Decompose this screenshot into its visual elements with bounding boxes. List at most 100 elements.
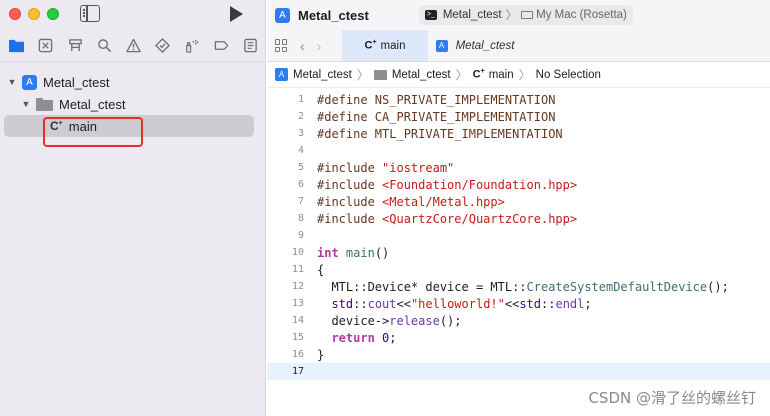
code-token: return: [331, 330, 375, 345]
code-token: #define NS_PRIVATE_IMPLEMENTATION: [317, 92, 556, 107]
minimize-window-button[interactable]: [28, 8, 40, 20]
code-line[interactable]: 11 {: [267, 261, 770, 278]
code-line[interactable]: 6 #include <Foundation/Foundation.hpp>: [267, 176, 770, 193]
code-text: #include "iostream": [317, 161, 454, 175]
editor-area: A Metal_ctest >_ Metal_ctest 〉 My Mac (R…: [267, 0, 770, 416]
line-number: 15: [291, 332, 304, 343]
close-window-button[interactable]: [9, 8, 21, 20]
sidebar-toggle-icon[interactable]: [80, 5, 100, 22]
breadcrumb-group[interactable]: Metal_ctest: [392, 69, 451, 81]
breadcrumb-project[interactable]: Metal_ctest: [293, 69, 352, 81]
mac-device-icon: [521, 11, 534, 19]
run-button[interactable]: [230, 6, 243, 22]
line-number: 16: [291, 349, 304, 360]
code-token: main: [345, 245, 375, 260]
code-token: <Foundation/Foundation.hpp>: [382, 177, 578, 192]
code-line[interactable]: 8 #include <QuartzCore/QuartzCore.hpp>: [267, 210, 770, 227]
code-text: return 0;: [317, 330, 396, 345]
code-token: cout: [367, 296, 397, 311]
find-navigator-search-icon[interactable]: [90, 32, 119, 60]
disclosure-chevron-down-icon[interactable]: ▼: [6, 76, 18, 88]
code-token: #include: [317, 177, 383, 192]
line-number: 4: [297, 145, 304, 156]
xcode-project-icon: A: [435, 39, 448, 52]
test-navigator-diamond-icon[interactable]: [148, 32, 177, 60]
line-number: 3: [297, 128, 304, 139]
code-token: (): [374, 245, 390, 260]
code-line[interactable]: 16}: [267, 346, 770, 363]
code-line[interactable]: 7 #include <Metal/Metal.hpp>: [267, 193, 770, 210]
tree-item-label: Metal_ctest: [59, 96, 126, 112]
breakpoint-navigator-icon[interactable]: [207, 32, 236, 60]
code-text: #include <Foundation/Foundation.hpp>: [317, 178, 577, 192]
code-token: ::: [541, 296, 556, 311]
code-text: #include <Metal/Metal.hpp>: [317, 195, 505, 209]
code-line[interactable]: 9: [267, 227, 770, 244]
code-line[interactable]: 3 #define MTL_PRIVATE_IMPLEMENTATION: [267, 125, 770, 142]
code-token: <<: [396, 296, 411, 311]
window-title: Metal_ctest: [298, 7, 369, 23]
code-text: #define CA_PRIVATE_IMPLEMENTATION: [317, 110, 555, 124]
window-toolbar: A Metal_ctest >_ Metal_ctest 〉 My Mac (R…: [267, 0, 770, 30]
code-token: std: [519, 296, 542, 311]
code-token: int: [317, 245, 339, 260]
scheme-selector[interactable]: >_ Metal_ctest 〉 My Mac (Rosetta): [418, 5, 633, 25]
line-number: 12: [291, 281, 304, 292]
code-token: endl: [555, 296, 585, 311]
code-token: #include: [317, 211, 383, 226]
tab-metal-ctest[interactable]: A Metal_ctest: [428, 30, 522, 61]
code-line[interactable]: 1 #define NS_PRIVATE_IMPLEMENTATION: [267, 91, 770, 108]
code-line[interactable]: 17: [267, 363, 770, 380]
code-line[interactable]: 12 MTL::Device* device = MTL::CreateSyst…: [267, 278, 770, 295]
zoom-window-button[interactable]: [47, 8, 59, 20]
breadcrumb-selection[interactable]: No Selection: [536, 69, 601, 81]
chevron-right-icon: 〉: [505, 10, 518, 22]
related-items-grid-icon[interactable]: [275, 39, 288, 52]
tree-item-group[interactable]: ▼ Metal_ctest: [0, 93, 265, 115]
code-line[interactable]: 10 int main(): [267, 244, 770, 261]
report-navigator-icon[interactable]: [236, 32, 265, 60]
code-token: }: [317, 347, 325, 362]
code-line[interactable]: 15 return 0;: [267, 329, 770, 346]
debug-navigator-spray-icon[interactable]: [177, 32, 206, 60]
symbol-navigator-icon[interactable]: [60, 32, 89, 60]
code-token: ;: [584, 296, 592, 311]
code-text: #define MTL_PRIVATE_IMPLEMENTATION: [317, 127, 563, 141]
code-token: device->: [317, 313, 390, 328]
tab-main[interactable]: C+ main: [342, 30, 428, 61]
line-number: 1: [297, 94, 304, 105]
code-line[interactable]: 5 #include "iostream": [267, 159, 770, 176]
tab-tools: ‹ ›: [267, 30, 342, 61]
chevron-right-icon: 〉: [455, 68, 468, 82]
code-line[interactable]: 13 std::cout<<"helloworld!"<<std::endl;: [267, 295, 770, 312]
code-text: MTL::Device* device = MTL::CreateSystemD…: [317, 279, 728, 294]
source-control-icon[interactable]: [31, 32, 60, 60]
line-number: 7: [297, 196, 304, 207]
run-destination: My Mac (Rosetta): [536, 9, 627, 21]
tree-item-project[interactable]: ▼ A Metal_ctest: [0, 71, 265, 93]
disclosure-chevron-down-icon[interactable]: ▼: [20, 98, 32, 110]
code-token: <Metal/Metal.hpp>: [382, 194, 505, 209]
code-token: #define MTL_PRIVATE_IMPLEMENTATION: [317, 126, 563, 141]
project-navigator-folder-icon[interactable]: [2, 32, 31, 60]
forward-chevron-icon[interactable]: ›: [317, 38, 322, 54]
code-text: {: [317, 263, 324, 277]
breadcrumb-file[interactable]: main: [489, 69, 514, 81]
code-text: std::cout<<"helloworld!"<<std::endl;: [317, 296, 592, 311]
code-line[interactable]: 4: [267, 142, 770, 159]
issue-navigator-warning-icon[interactable]: [119, 32, 148, 60]
line-number: 13: [291, 298, 304, 309]
code-line[interactable]: 2 #define CA_PRIVATE_IMPLEMENTATION: [267, 108, 770, 125]
line-number: 17: [291, 366, 304, 377]
chevron-right-icon: 〉: [518, 68, 531, 82]
code-token: ::: [353, 296, 368, 311]
back-chevron-icon[interactable]: ‹: [300, 38, 305, 54]
source-editor[interactable]: 1 #define NS_PRIVATE_IMPLEMENTATION 2 #defi…: [267, 91, 770, 380]
code-token: MTL::Device* device = MTL::: [317, 279, 527, 294]
line-number: 9: [297, 230, 304, 241]
folder-icon: [36, 97, 53, 111]
tree-item-label: Metal_ctest: [43, 74, 110, 90]
code-line[interactable]: 14 device->release();: [267, 312, 770, 329]
